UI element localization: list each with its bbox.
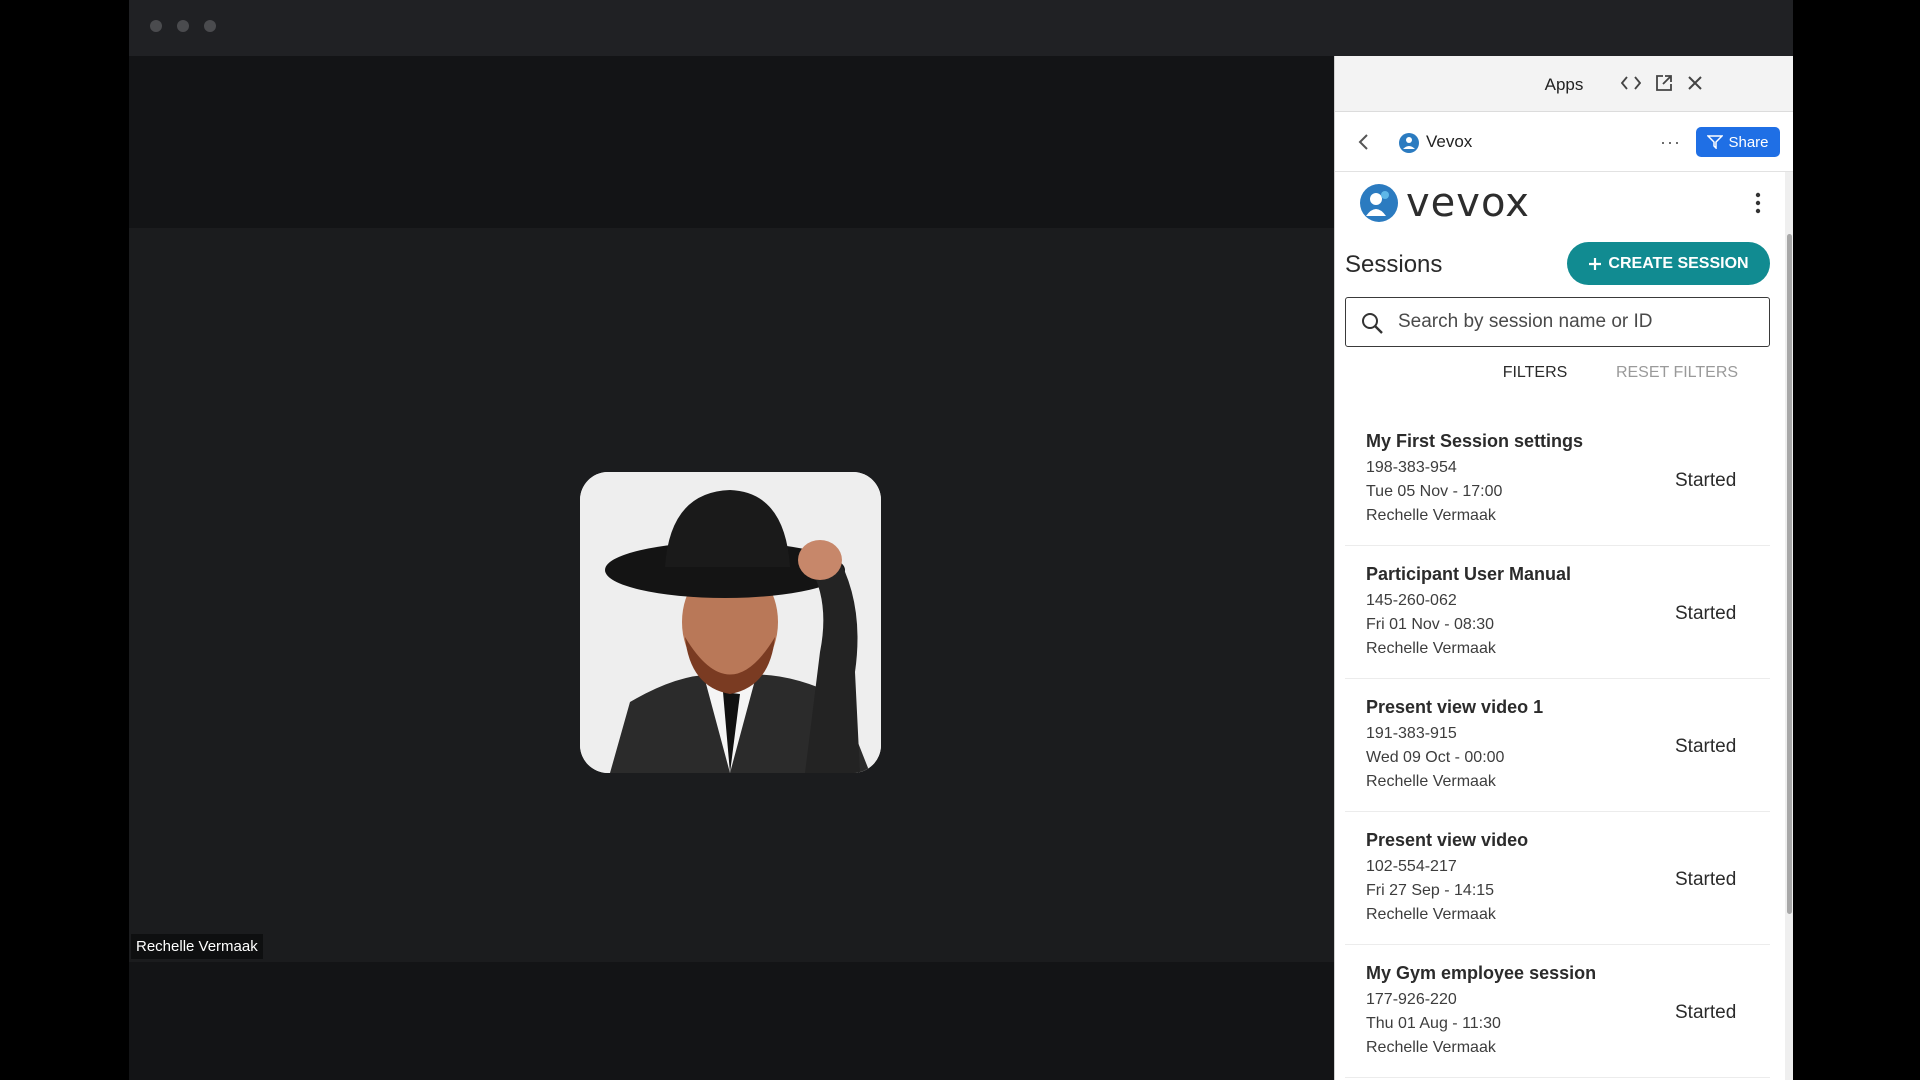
share-label: Share: [1728, 133, 1769, 151]
create-session-button[interactable]: CREATE SESSION: [1567, 242, 1770, 285]
session-status: Started: [1675, 603, 1737, 624]
session-list: My First Session settings 198-383-954 Tue …: [1345, 413, 1770, 1078]
search-icon: [1360, 311, 1384, 335]
share-icon: [1707, 135, 1724, 149]
session-id: 177-926-220: [1366, 991, 1457, 1008]
session-name: My Gym employee session: [1366, 963, 1597, 983]
participant-avatar: [580, 472, 881, 773]
close-window-dot[interactable]: [150, 20, 162, 32]
vevox-content: vevox Sessions CREATE SESSION FIL: [1335, 172, 1785, 1080]
meeting-window: Rechelle Vermaak Apps Vevox ··· Share ve…: [129, 0, 1793, 1080]
vevox-logo-row: vevox: [1335, 172, 1785, 232]
session-card[interactable]: My Gym employee session 177-926-220 Thu 01…: [1345, 945, 1770, 1078]
session-id: 191-383-915: [1366, 725, 1457, 742]
session-owner: Rechelle Vermaak: [1366, 906, 1496, 923]
sessions-title: Sessions: [1345, 251, 1443, 278]
session-owner: Rechelle Vermaak: [1366, 507, 1496, 524]
participant-name-tag: Rechelle Vermaak: [131, 934, 263, 959]
filters-button[interactable]: FILTERS: [1495, 364, 1575, 382]
session-date: Fri 01 Nov - 08:30: [1366, 616, 1495, 633]
session-name: Participant User Manual: [1366, 564, 1572, 584]
pop-out-icon[interactable]: [1653, 72, 1675, 94]
window-titlebar: [129, 0, 1793, 56]
apps-header: Apps: [1335, 56, 1793, 112]
session-card[interactable]: My First Session settings 198-383-954 Tue …: [1345, 413, 1770, 546]
session-owner: Rechelle Vermaak: [1366, 1039, 1496, 1056]
vevox-logo-icon: [1360, 184, 1398, 222]
session-status: Started: [1675, 736, 1737, 757]
filters-row: FILTERS RESET FILTERS: [1335, 360, 1785, 390]
apps-panel: Apps Vevox ··· Share vevox Sessions CREA…: [1334, 56, 1793, 1080]
maximize-window-dot[interactable]: [204, 20, 216, 32]
session-name: Present view video: [1366, 830, 1529, 850]
plus-icon: [1589, 257, 1602, 270]
session-status: Started: [1675, 869, 1737, 890]
meeting-stage: Rechelle Vermaak: [129, 56, 1334, 1080]
session-date: Wed 09 Oct - 00:00: [1366, 749, 1505, 766]
session-id: 102-554-217: [1366, 858, 1457, 875]
scrollbar[interactable]: [1785, 172, 1793, 1080]
scrollbar-thumb[interactable]: [1787, 234, 1792, 914]
session-id: 145-260-062: [1366, 592, 1457, 609]
app-toolbar: Vevox ··· Share: [1335, 112, 1793, 172]
session-card[interactable]: Present view video 102-554-217 Fri 27 Sep …: [1345, 812, 1770, 945]
reset-filters-button[interactable]: RESET FILTERS: [1612, 364, 1742, 382]
vevox-logo-text: vevox: [1406, 180, 1530, 226]
participant-video-tile[interactable]: Rechelle Vermaak: [129, 228, 1334, 962]
session-name: Present view video 1: [1366, 697, 1544, 717]
search-box: [1345, 297, 1770, 347]
apps-title: Apps: [1544, 75, 1584, 94]
search-input[interactable]: [1398, 298, 1758, 346]
chevron-left-icon[interactable]: [1353, 131, 1375, 153]
session-date: Tue 05 Nov - 17:00: [1366, 483, 1503, 500]
code-icon[interactable]: [1620, 72, 1642, 94]
session-status: Started: [1675, 470, 1737, 491]
sessions-header: Sessions CREATE SESSION: [1335, 232, 1785, 297]
session-date: Thu 01 Aug - 11:30: [1366, 1015, 1501, 1032]
session-card[interactable]: Present view video 1 191-383-915 Wed 09 Oc…: [1345, 679, 1770, 812]
more-options-icon[interactable]: ···: [1660, 132, 1681, 153]
session-status: Started: [1675, 1002, 1737, 1023]
close-icon[interactable]: [1684, 72, 1706, 94]
vevox-small-icon: [1399, 133, 1419, 153]
session-owner: Rechelle Vermaak: [1366, 640, 1496, 657]
session-date: Fri 27 Sep - 14:15: [1366, 882, 1495, 899]
session-id: 198-383-954: [1366, 459, 1457, 476]
session-card[interactable]: Participant User Manual 145-260-062 Fri 01…: [1345, 546, 1770, 679]
app-name: Vevox: [1426, 132, 1473, 151]
kebab-menu-icon[interactable]: [1753, 190, 1763, 216]
share-button[interactable]: Share: [1696, 127, 1780, 157]
session-owner: Rechelle Vermaak: [1366, 773, 1496, 790]
session-name: My First Session settings: [1366, 431, 1584, 451]
cowboy-portrait-image: [580, 472, 881, 773]
minimize-window-dot[interactable]: [177, 20, 189, 32]
create-session-label: CREATE SESSION: [1608, 254, 1749, 272]
